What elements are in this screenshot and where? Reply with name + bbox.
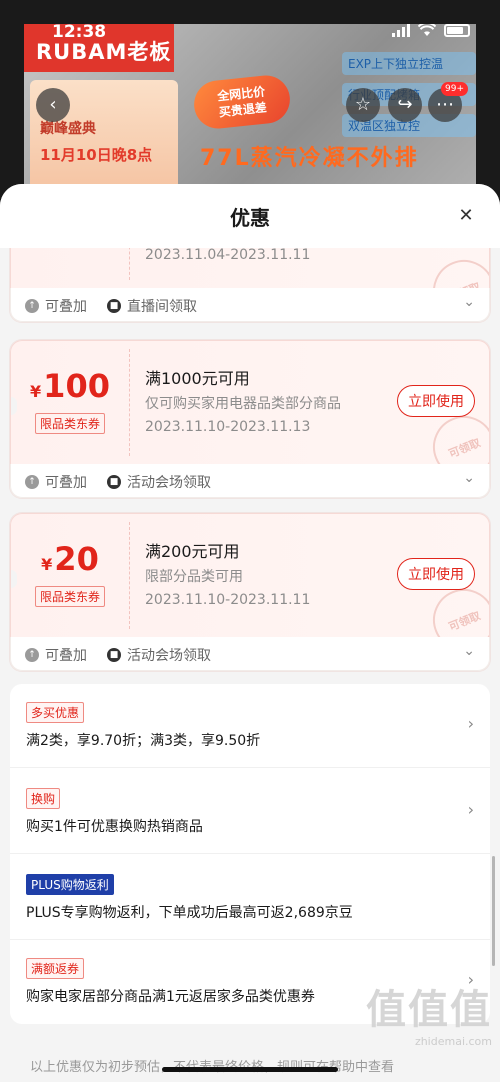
amount-value: 20 [54,540,99,578]
use-now-button[interactable]: 立即使用 [397,558,475,590]
coupon-date: 2023.11.10-2023.11.11 [145,592,311,608]
coupon-amount: ¥100 [11,367,129,405]
promotion-desc: 购买1件可优惠换购热销商品 [26,819,203,835]
coupon-type-tag: 限品类东券 [35,413,106,434]
close-button[interactable]: ✕ [454,204,478,228]
use-now-button[interactable]: 立即使用 [397,385,475,417]
coupon-value: ¥100 限品类东券 [11,341,129,464]
stack-icon: ↑ [25,648,39,662]
chevron-down-icon[interactable]: ⌄ [463,294,475,310]
coupon-footer[interactable]: ↑ 可叠加 ■ 活动会场领取 ⌄ [10,637,490,671]
stackable-info: ↑ 可叠加 [25,472,87,492]
stack-icon: ↑ [25,299,39,313]
wifi-icon [418,24,436,36]
source-icon: ■ [107,648,121,662]
coupon-divider [129,522,130,629]
coupon-threshold: 满1000元可用 [145,369,250,388]
feature-tag: EXP上下独立控温 [342,52,476,75]
source-info: ■ 活动会场领取 [107,472,211,492]
more-icon: ⋯ [436,94,454,115]
status-time: 12:38 [52,22,107,42]
source-label: 直播间领取 [127,299,197,315]
stack-icon: ↑ [25,475,39,489]
chevron-left-icon: ‹ [49,94,57,115]
currency-symbol: ¥ [41,555,53,574]
coupon-divider [129,349,130,456]
coupon-notch [11,397,17,415]
stackable-info: ↑ 可叠加 [25,296,87,316]
stackable-info: ↑ 可叠加 [25,645,87,665]
chevron-down-icon[interactable]: ⌄ [463,470,475,486]
coupon-date: 2023.11.04-2023.11.11 [145,247,311,263]
coupon-card: ¥100 限品类东券 满1000元可用 仅可购买家用电器品类部分商品 2023.… [10,340,490,498]
chevron-right-icon: › [467,714,474,733]
watermark-text: 值值值 [366,987,492,1033]
watermark-sub: zhidemai.com [414,1035,492,1048]
star-icon: ☆ [354,94,372,115]
promotion-tag: 换购 [26,788,61,809]
source-info: ■ 直播间领取 [107,296,197,316]
share-icon: ↪ [397,94,413,115]
sheet-header: 优惠 ✕ [0,184,500,248]
coupon-body: ¥20 限品类东券 满200元可用 限部分品类可用 2023.11.10-202… [10,513,490,637]
coupon-footer[interactable]: ↑ 可叠加 ■ 活动会场领取 ⌄ [10,464,490,498]
favorite-button[interactable]: ☆ [346,88,380,122]
promotion-row[interactable]: 多买优惠 满2类，享9.70折；满3类，享9.50折 › [10,684,490,768]
source-label: 活动会场领取 [127,475,211,491]
notification-badge: 99+ [441,82,468,96]
promotion-row[interactable]: PLUS购物返利 PLUS专享购物返利，下单成功后最高可返2,689京豆 [10,856,490,940]
amount-value: 100 [43,367,110,405]
coupon-footer[interactable]: ↑ 可叠加 ■ 直播间领取 ⌄ [10,288,490,322]
coupon-body: ¥100 限品类东券 满1000元可用 仅可购买家用电器品类部分商品 2023.… [10,340,490,464]
home-indicator[interactable] [162,1067,338,1072]
share-button[interactable]: ↪ [388,88,422,122]
source-icon: ■ [107,475,121,489]
sheet-title: 优惠 [230,206,270,230]
stackable-label: 可叠加 [45,299,87,315]
coupon-date: 2023.11.10-2023.11.13 [145,419,311,435]
promotion-desc: 满2类，享9.70折；满3类，享9.50折 [26,733,261,749]
close-icon: ✕ [458,205,474,226]
stackable-label: 可叠加 [45,648,87,664]
plus-rebate-tag: PLUS购物返利 [26,874,114,895]
promotion-tag: 多买优惠 [26,702,85,723]
chevron-right-icon: › [467,800,474,819]
coupon-card: ¥20 限品类东券 满200元可用 限部分品类可用 2023.11.10-202… [10,513,490,671]
scrollbar[interactable] [492,856,495,966]
stackable-label: 可叠加 [45,475,87,491]
disclaimer-note: 以上优惠仅为初步预估，不代表最终价格，规则可在帮助中查看 [30,1056,394,1075]
more-button[interactable]: ⋯ 99+ [428,82,468,122]
promotion-desc: 购家电家居部分商品满1元返居家多品类优惠券 [26,989,315,1005]
source-info: ■ 活动会场领取 [107,645,211,665]
claim-stamp: 可领取 [423,250,489,288]
promotion-tag: 满额返券 [26,958,85,979]
offers-sheet: 优惠 ✕ 限品类东券 2023.11.04-2023.11.11 可领取 ↑ 可叠… [0,184,500,1082]
battery-icon [444,24,470,37]
status-icons [392,24,470,37]
promotions-card: 多买优惠 满2类，享9.70折；满3类，享9.50折 › 换购 购买1件可优惠换… [10,684,490,1024]
watermark: 值值值 zhidemai.com [366,977,492,1048]
coupon-value: ¥20 限品类东券 [11,514,129,637]
coupon-scope: 仅可购买家用电器品类部分商品 [145,396,341,412]
back-button[interactable]: ‹ [36,88,70,122]
coupon-scope: 限部分品类可用 [145,569,243,585]
promo-line2: 11月10日晚8点 [40,146,153,164]
source-icon: ■ [107,299,121,313]
coupon-notch [11,570,17,588]
currency-symbol: ¥ [30,382,42,401]
coupon-amount: ¥20 [11,540,129,578]
signal-icon [392,24,410,37]
promotion-desc: PLUS专享购物返利，下单成功后最高可返2,689京豆 [26,905,353,921]
coupon-threshold: 满200元可用 [145,542,240,561]
promotion-row[interactable]: 换购 购买1件可优惠换购热销商品 › [10,770,490,854]
coupon-type-tag: 限品类东券 [35,586,106,607]
chevron-down-icon[interactable]: ⌄ [463,643,475,659]
source-label: 活动会场领取 [127,648,211,664]
